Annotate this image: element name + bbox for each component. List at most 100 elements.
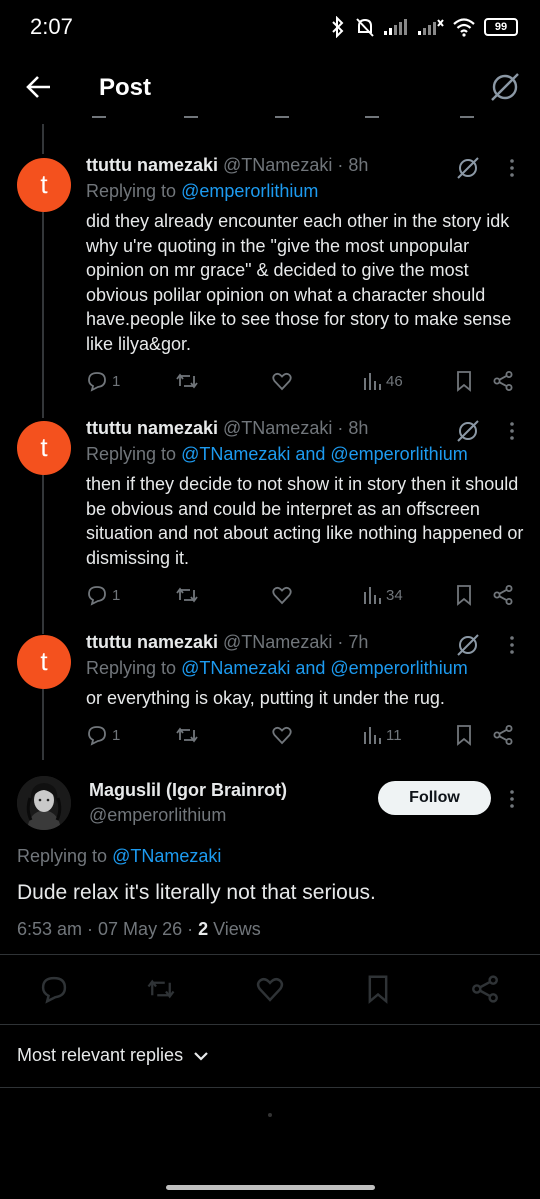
reply-count: 1 bbox=[112, 586, 121, 604]
analytics-icon bbox=[364, 373, 381, 390]
battery-icon: 99 bbox=[484, 18, 518, 36]
grok-button[interactable] bbox=[455, 155, 481, 181]
avatar[interactable]: t bbox=[17, 421, 71, 475]
more-vertical-icon bbox=[510, 422, 514, 440]
replying-to: Replying to @emperorlithium bbox=[86, 181, 318, 202]
comment-icon bbox=[88, 726, 106, 746]
thread-line bbox=[42, 124, 44, 154]
avatar[interactable] bbox=[17, 776, 71, 830]
share-button[interactable] bbox=[470, 974, 500, 1004]
share-icon bbox=[493, 585, 513, 605]
share-icon bbox=[493, 371, 513, 391]
replies-sort-dropdown[interactable]: Most relevant replies bbox=[17, 1045, 209, 1066]
views-button[interactable]: 46 bbox=[362, 368, 403, 394]
tweet-text: or everything is okay, putting it under … bbox=[86, 688, 445, 708]
like-button[interactable] bbox=[271, 368, 293, 394]
reply-button[interactable] bbox=[39, 974, 69, 1004]
replying-to-link[interactable]: @TNamezaki and @emperorlithium bbox=[181, 444, 468, 464]
grok-icon bbox=[457, 157, 479, 179]
bookmark-icon bbox=[457, 371, 471, 392]
heart-icon bbox=[256, 977, 284, 1002]
reply-button[interactable]: 1 bbox=[86, 722, 120, 748]
replying-to-link[interactable]: @TNamezaki and @emperorlithium bbox=[181, 658, 468, 678]
divider bbox=[0, 954, 540, 955]
repost-button[interactable] bbox=[146, 974, 176, 1004]
author-name[interactable]: ttuttu namezaki bbox=[86, 418, 218, 438]
post-timestamp: 6:53 am · 07 May 26 · bbox=[17, 919, 199, 939]
post-meta: 6:53 am · 07 May 26 · 2 Views bbox=[17, 919, 261, 940]
bookmark-button[interactable] bbox=[454, 722, 474, 748]
home-indicator[interactable] bbox=[166, 1185, 375, 1190]
bookmark-button[interactable] bbox=[454, 582, 474, 608]
author-name[interactable]: Maguslil (Igor Brainrot) bbox=[89, 780, 287, 801]
more-options-button[interactable] bbox=[506, 420, 518, 442]
follow-button[interactable]: Follow bbox=[378, 781, 491, 815]
partial-previous-actions bbox=[0, 116, 540, 126]
more-options-button[interactable] bbox=[506, 634, 518, 656]
share-button[interactable] bbox=[492, 722, 514, 748]
status-time: 2:07 bbox=[30, 14, 73, 39]
profile-picture bbox=[17, 776, 71, 830]
repost-icon bbox=[176, 587, 198, 603]
bookmark-button[interactable] bbox=[454, 368, 474, 394]
reply-button[interactable]: 1 bbox=[86, 368, 120, 394]
page-title: Post bbox=[99, 74, 152, 101]
avatar[interactable]: t bbox=[17, 635, 71, 689]
views-button[interactable]: 11 bbox=[362, 722, 402, 748]
heart-icon bbox=[272, 726, 292, 745]
author-handle[interactable]: @emperorlithium bbox=[89, 805, 226, 826]
like-button[interactable] bbox=[255, 974, 285, 1004]
repost-button[interactable] bbox=[175, 722, 199, 748]
status-icons: 99 bbox=[330, 16, 518, 38]
replying-prefix: Replying to bbox=[86, 181, 182, 201]
author-handle[interactable]: @TNamezaki bbox=[223, 418, 332, 438]
author-handle[interactable]: @TNamezaki bbox=[223, 632, 332, 652]
grok-button[interactable] bbox=[488, 70, 522, 104]
signal-2-icon bbox=[418, 19, 444, 35]
avatar[interactable]: t bbox=[17, 158, 71, 212]
more-vertical-icon bbox=[510, 790, 514, 808]
tweet-actions: 1 46 bbox=[0, 368, 540, 398]
more-options-button[interactable] bbox=[506, 788, 518, 810]
share-button[interactable] bbox=[492, 582, 514, 608]
grok-button[interactable] bbox=[455, 632, 481, 658]
heart-icon bbox=[272, 586, 292, 605]
tweet-header: ttuttu namezaki @TNamezaki · 7h bbox=[86, 632, 368, 653]
views-button[interactable]: 34 bbox=[362, 582, 403, 608]
signal-icon bbox=[384, 19, 407, 35]
tweet-actions: 1 34 bbox=[0, 582, 540, 612]
tweet-text: did they already encounter each other in… bbox=[86, 211, 512, 354]
wifi-icon bbox=[453, 18, 475, 37]
repost-button[interactable] bbox=[175, 368, 199, 394]
status-bar: 2:07 99 bbox=[0, 0, 540, 56]
heart-icon bbox=[272, 372, 292, 391]
author-name[interactable]: ttuttu namezaki bbox=[86, 155, 218, 175]
replying-to-link[interactable]: @TNamezaki bbox=[112, 846, 221, 866]
replying-to: Replying to @TNamezaki and @emperorlithi… bbox=[86, 658, 468, 679]
more-vertical-icon bbox=[510, 636, 514, 654]
bookmark-button[interactable] bbox=[363, 974, 393, 1004]
reply-count: 1 bbox=[112, 726, 121, 744]
comment-icon bbox=[88, 372, 106, 392]
replying-to-link[interactable]: @emperorlithium bbox=[181, 181, 318, 201]
replying-prefix: Replying to bbox=[17, 846, 113, 866]
replying-prefix: Replying to bbox=[86, 658, 182, 678]
post-text: Dude relax it's literally not that serio… bbox=[17, 881, 376, 904]
author-name[interactable]: ttuttu namezaki bbox=[86, 632, 218, 652]
tweet-header: ttuttu namezaki @TNamezaki · 8h bbox=[86, 418, 368, 439]
share-icon bbox=[493, 725, 513, 745]
bookmark-icon bbox=[457, 725, 471, 746]
repost-button[interactable] bbox=[175, 582, 199, 608]
grok-button[interactable] bbox=[455, 418, 481, 444]
views-count: 2 bbox=[198, 919, 209, 939]
like-button[interactable] bbox=[271, 582, 293, 608]
like-button[interactable] bbox=[271, 722, 293, 748]
reply-count: 1 bbox=[112, 372, 121, 390]
author-handle[interactable]: @TNamezaki bbox=[223, 155, 332, 175]
more-options-button[interactable] bbox=[506, 157, 518, 179]
analytics-icon bbox=[364, 587, 381, 604]
tweet-time: · 8h bbox=[337, 418, 369, 438]
reply-button[interactable]: 1 bbox=[86, 582, 120, 608]
back-button[interactable] bbox=[24, 72, 54, 102]
share-button[interactable] bbox=[492, 368, 514, 394]
